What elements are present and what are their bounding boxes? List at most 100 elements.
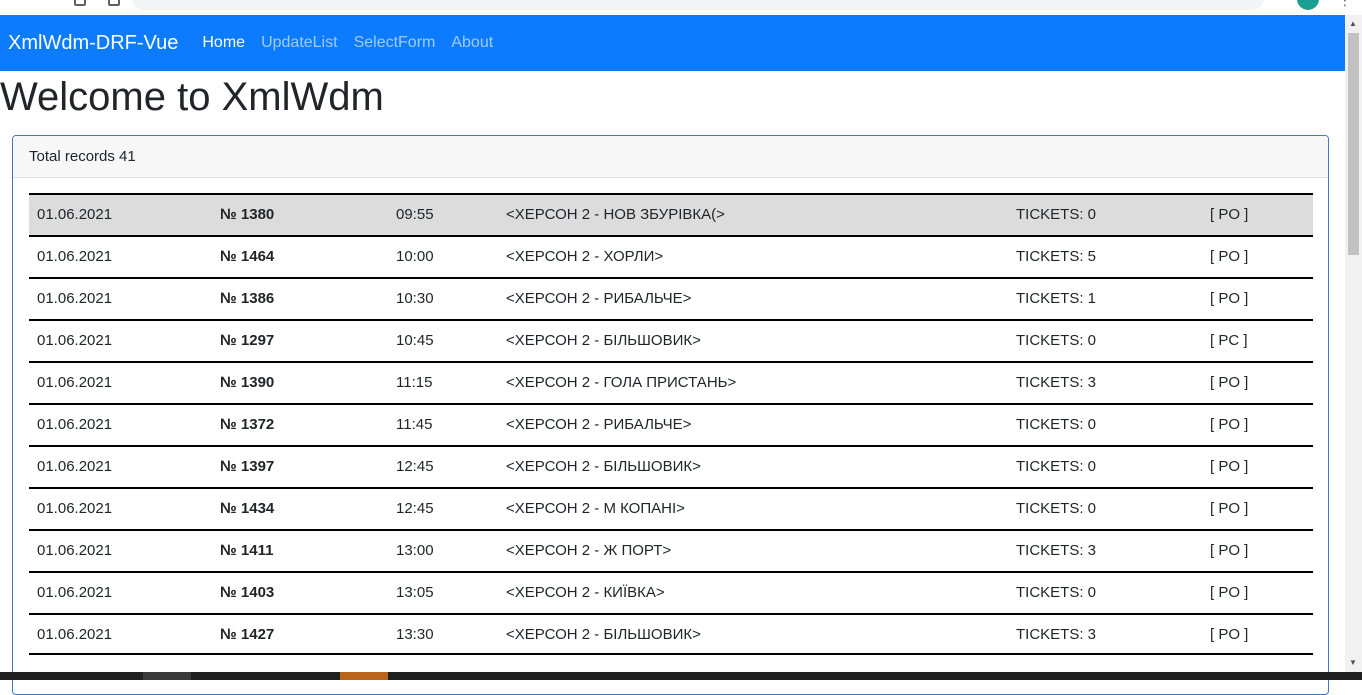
records-list: 01.06.2021 № 1380 09:55 <ХЕРСОН 2 - НОВ ЗБУ… (29, 193, 1313, 655)
scroll-up-arrow-icon[interactable]: ▲ (1349, 19, 1357, 28)
record-date: 01.06.2021 (37, 332, 113, 349)
record-status: [ PO ] (1210, 626, 1249, 643)
record-tickets: TICKETS: 3 (1016, 542, 1097, 559)
record-number: № 1390 (220, 374, 275, 391)
record-time: 12:45 (396, 458, 434, 475)
record-tickets: TICKETS: 0 (1016, 206, 1097, 223)
record-date: 01.06.2021 (37, 248, 113, 265)
record-time: 13:05 (396, 584, 434, 601)
record-tickets: TICKETS: 0 (1016, 332, 1097, 349)
record-date: 01.06.2021 (37, 626, 113, 643)
record-date: 01.06.2021 (37, 584, 113, 601)
navbar-brand[interactable]: XmlWdm-DRF-Vue (8, 32, 178, 55)
record-status: [ PO ] (1210, 206, 1249, 223)
record-route: <ХЕРСОН 2 - КИЇВКА> (506, 584, 665, 601)
page-title: Welcome to XmlWdm (0, 75, 384, 119)
record-time: 13:00 (396, 542, 434, 559)
record-row[interactable]: 01.06.2021 № 1397 12:45 <ХЕРСОН 2 - БІЛЬШОВ… (29, 445, 1313, 487)
record-time: 10:00 (396, 248, 434, 265)
home-icon[interactable] (108, 0, 120, 6)
record-tickets: TICKETS: 0 (1016, 458, 1097, 475)
record-row[interactable]: 01.06.2021 № 1464 10:00 <ХЕРСОН 2 - ХОРЛИ> T… (29, 235, 1313, 277)
record-row[interactable]: 01.06.2021 № 1403 13:05 <ХЕРСОН 2 - КИЇВКА>… (29, 571, 1313, 613)
record-time: 12:45 (396, 500, 434, 517)
record-time: 10:45 (396, 332, 434, 349)
record-date: 01.06.2021 (37, 500, 113, 517)
record-time: 10:30 (396, 290, 434, 307)
nav-link-home[interactable]: Home (202, 34, 245, 52)
record-status: [ PO ] (1210, 374, 1249, 391)
profile-avatar[interactable] (1297, 0, 1319, 10)
record-tickets: TICKETS: 3 (1016, 626, 1097, 643)
record-tickets: TICKETS: 0 (1016, 584, 1097, 601)
record-number: № 1372 (220, 416, 275, 433)
record-number: № 1403 (220, 584, 275, 601)
record-status: [ PO ] (1210, 416, 1249, 433)
record-route: <ХЕРСОН 2 - БІЛЬШОВИК> (506, 626, 701, 643)
record-tickets: TICKETS: 0 (1016, 500, 1097, 517)
record-tickets: TICKETS: 1 (1016, 290, 1097, 307)
record-route: <ХЕРСОН 2 - М КОПАНІ> (506, 500, 685, 517)
records-card: Total records 41 01.06.2021 № 1380 09:55 <Х… (12, 135, 1329, 695)
record-date: 01.06.2021 (37, 206, 113, 223)
record-row[interactable]: 01.06.2021 № 1411 13:00 <ХЕРСОН 2 - Ж ПОРТ>… (29, 529, 1313, 571)
scroll-down-arrow-icon[interactable]: ▼ (1349, 658, 1357, 667)
nav-link-updatelist[interactable]: UpdateList (261, 34, 338, 52)
record-date: 01.06.2021 (37, 458, 113, 475)
record-time: 11:45 (396, 416, 433, 433)
record-row[interactable]: 01.06.2021 № 1427 13:30 <ХЕРСОН 2 - БІЛЬШОВ… (29, 613, 1313, 655)
taskbar-app-active[interactable] (340, 672, 388, 680)
record-time: 11:15 (396, 374, 433, 391)
nav-link-selectform[interactable]: SelectForm (354, 34, 436, 52)
record-route: <ХЕРСОН 2 - НОВ ЗБУРІВКА(> (506, 206, 725, 223)
record-status: [ PO ] (1210, 584, 1249, 601)
page-scrollbar[interactable]: ▲ ▼ (1345, 15, 1362, 672)
record-tickets: TICKETS: 5 (1016, 248, 1097, 265)
record-date: 01.06.2021 (37, 416, 113, 433)
record-row[interactable]: 01.06.2021 № 1390 11:15 <ХЕРСОН 2 - ГОЛА ПР… (29, 361, 1313, 403)
record-number: № 1434 (220, 500, 275, 517)
record-number: № 1464 (220, 248, 275, 265)
os-taskbar (0, 672, 1362, 680)
navbar: XmlWdm-DRF-Vue Home UpdateList SelectFor… (0, 15, 1345, 71)
record-number: № 1427 (220, 626, 275, 643)
record-row[interactable]: 01.06.2021 № 1380 09:55 <ХЕРСОН 2 - НОВ ЗБУ… (29, 193, 1313, 235)
card-header: Total records 41 (13, 136, 1328, 178)
record-time: 09:55 (396, 206, 434, 223)
record-route: <ХЕРСОН 2 - ГОЛА ПРИСТАНЬ> (506, 374, 737, 391)
record-number: № 1411 (220, 542, 274, 559)
record-tickets: TICKETS: 0 (1016, 416, 1097, 433)
record-status: [ PO ] (1210, 290, 1249, 307)
record-route: <ХЕРСОН 2 - РИБАЛЬЧЕ> (506, 416, 692, 433)
record-row[interactable]: 01.06.2021 № 1434 12:45 <ХЕРСОН 2 - М КОПАН… (29, 487, 1313, 529)
record-number: № 1297 (220, 332, 275, 349)
browser-menu-icon[interactable]: ⋮ (1338, 0, 1352, 9)
record-row[interactable]: 01.06.2021 № 1386 10:30 <ХЕРСОН 2 - РИБАЛЬЧ… (29, 277, 1313, 319)
record-number: № 1386 (220, 290, 275, 307)
record-row[interactable]: 01.06.2021 № 1297 10:45 <ХЕРСОН 2 - БІЛЬШОВ… (29, 319, 1313, 361)
record-number: № 1397 (220, 458, 275, 475)
record-route: <ХЕРСОН 2 - ХОРЛИ> (506, 248, 664, 265)
record-status: [ PC ] (1210, 332, 1248, 349)
record-date: 01.06.2021 (37, 374, 113, 391)
reload-icon[interactable] (74, 0, 86, 6)
record-tickets: TICKETS: 3 (1016, 374, 1097, 391)
record-status: [ PO ] (1210, 248, 1249, 265)
record-route: <ХЕРСОН 2 - Ж ПОРТ> (506, 542, 672, 559)
address-bar[interactable] (132, 0, 1264, 10)
browser-chrome: ⋮ (0, 0, 1362, 15)
nav-link-about[interactable]: About (451, 34, 493, 52)
record-row[interactable]: 01.06.2021 № 1372 11:45 <ХЕРСОН 2 - РИБАЛЬЧ… (29, 403, 1313, 445)
record-status: [ PO ] (1210, 500, 1249, 517)
record-status: [ PO ] (1210, 542, 1249, 559)
scrollbar-thumb[interactable] (1348, 33, 1359, 255)
record-route: <ХЕРСОН 2 - БІЛЬШОВИК> (506, 332, 701, 349)
record-time: 13:30 (396, 626, 434, 643)
record-date: 01.06.2021 (37, 290, 113, 307)
record-date: 01.06.2021 (37, 542, 113, 559)
record-route: <ХЕРСОН 2 - БІЛЬШОВИК> (506, 458, 701, 475)
record-status: [ PO ] (1210, 458, 1249, 475)
taskbar-app[interactable] (143, 672, 191, 680)
record-number: № 1380 (220, 206, 275, 223)
record-route: <ХЕРСОН 2 - РИБАЛЬЧЕ> (506, 290, 692, 307)
